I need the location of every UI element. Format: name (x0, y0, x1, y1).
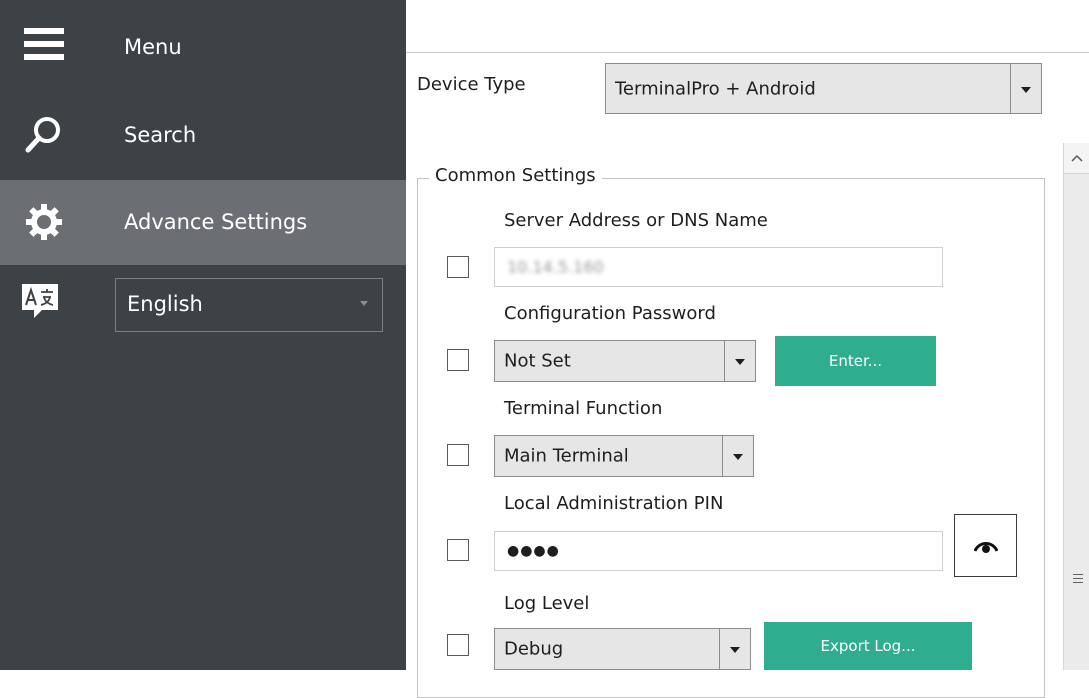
terminal-function-value: Main Terminal (504, 445, 629, 467)
divider (406, 52, 1089, 53)
settings-panel: Device Type TerminalPro + Android Common… (406, 0, 1089, 698)
language-icon (22, 284, 58, 322)
chevron-down-icon[interactable] (1010, 64, 1041, 113)
enter-password-button[interactable]: Enter... (775, 336, 936, 386)
vertical-scrollbar[interactable] (1063, 143, 1089, 670)
config-password-select[interactable]: Not Set (494, 340, 756, 382)
server-address-label: Server Address or DNS Name (504, 210, 768, 231)
chevron-down-icon[interactable] (724, 341, 755, 381)
sidebar-item-menu[interactable]: Menu (0, 0, 406, 90)
scroll-up-button[interactable] (1064, 143, 1089, 174)
log-level-checkbox[interactable] (447, 634, 469, 656)
local-admin-pin-input[interactable]: ●●●● (494, 531, 943, 571)
sidebar: Menu Search Advance Settings English (0, 0, 406, 670)
log-level-select[interactable]: Debug (494, 628, 751, 670)
sidebar-item-label: Menu (124, 35, 182, 59)
language-row: English (0, 278, 406, 338)
chevron-down-icon[interactable] (719, 629, 750, 669)
chevron-down-icon (360, 301, 368, 306)
log-level-value: Debug (504, 638, 564, 660)
config-password-value: Not Set (504, 350, 571, 372)
hamburger-icon (24, 25, 64, 65)
terminal-function-checkbox[interactable] (447, 444, 469, 466)
show-pin-button[interactable] (954, 514, 1017, 577)
sidebar-item-advance-settings[interactable]: Advance Settings (0, 180, 406, 265)
terminal-function-label: Terminal Function (504, 398, 663, 419)
terminal-function-select[interactable]: Main Terminal (494, 435, 754, 477)
device-type-value: TerminalPro + Android (615, 78, 816, 99)
gear-icon (24, 202, 64, 242)
chevron-down-icon[interactable] (722, 436, 753, 476)
server-address-value: 10.14.5.160 (507, 257, 604, 277)
server-address-input[interactable]: 10.14.5.160 (494, 247, 943, 287)
local-admin-pin-checkbox[interactable] (447, 539, 469, 561)
sidebar-item-label: Advance Settings (124, 210, 308, 234)
language-select[interactable]: English (115, 278, 383, 332)
local-admin-pin-value: ●●●● (507, 543, 560, 559)
language-select-value: English (127, 292, 203, 316)
search-icon (24, 115, 64, 155)
export-log-button[interactable]: Export Log... (764, 622, 972, 670)
group-title: Common Settings (429, 165, 602, 186)
device-type-select[interactable]: TerminalPro + Android (605, 63, 1042, 114)
config-password-checkbox[interactable] (447, 349, 469, 371)
config-password-label: Configuration Password (504, 303, 716, 324)
sidebar-item-label: Search (124, 123, 197, 147)
eye-icon (973, 541, 998, 553)
scroll-grip[interactable] (1073, 574, 1083, 586)
chevron-up-icon (1071, 154, 1083, 162)
device-type-label: Device Type (417, 74, 526, 95)
sidebar-item-search[interactable]: Search (0, 95, 406, 175)
local-admin-pin-label: Local Administration PIN (504, 493, 724, 514)
log-level-label: Log Level (504, 593, 590, 614)
server-address-checkbox[interactable] (447, 256, 469, 278)
